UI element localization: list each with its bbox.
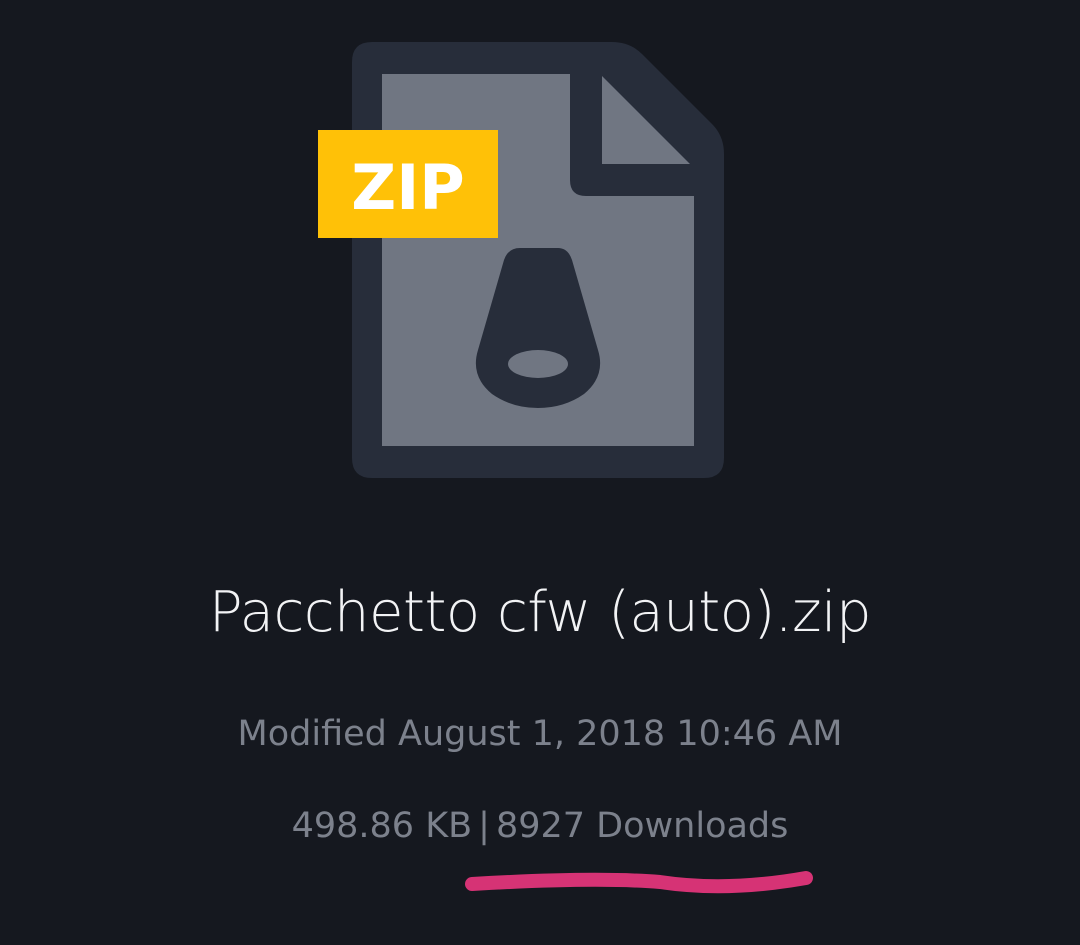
- file-size: 498.86 KB: [291, 806, 473, 846]
- download-count: 8927 Downloads: [495, 806, 789, 846]
- zip-badge-label: ZIP: [351, 151, 464, 224]
- zip-file-icon: ZIP: [318, 42, 724, 478]
- zipper-hole: [508, 350, 568, 378]
- file-name: Pacchetto cfw (auto).zip: [208, 580, 872, 645]
- modified-date: Modified August 1, 2018 10:46 AM: [237, 714, 843, 754]
- meta-separator: |: [478, 806, 490, 846]
- file-meta: 498.86 KB | 8927 Downloads: [0, 806, 1080, 846]
- annotation-underline: [465, 871, 813, 894]
